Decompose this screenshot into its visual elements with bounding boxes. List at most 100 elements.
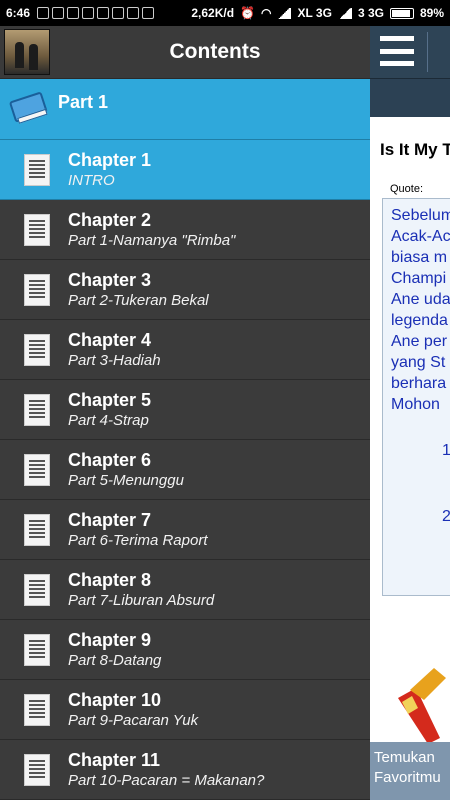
chapter-item[interactable]: Chapter 5 Part 4-Strap xyxy=(0,380,370,440)
chapter-subtitle: Part 3-Hadiah xyxy=(68,351,161,369)
chapter-title: Chapter 2 xyxy=(68,209,152,230)
chapter-item[interactable]: Chapter 11 Part 10-Pacaran = Makanan? xyxy=(0,740,370,800)
quote-line: Mohon xyxy=(391,396,440,413)
book-icon xyxy=(8,91,49,126)
list-number: 2 xyxy=(442,508,450,525)
document-icon xyxy=(24,393,50,426)
quote-line: Ane per xyxy=(391,333,448,350)
chapter-subtitle: Part 9-Pacaran Yuk xyxy=(68,711,199,729)
chapter-text: Chapter 5 Part 4-Strap xyxy=(68,389,151,431)
chapter-item[interactable]: Chapter 1 INTRO xyxy=(0,140,370,200)
bottom-banner[interactable]: Temukan Favoritmu xyxy=(370,742,450,800)
document-icon xyxy=(24,633,50,666)
menu-icon[interactable] xyxy=(380,36,414,66)
chapter-subtitle: Part 4-Strap xyxy=(68,411,149,429)
chapter-item[interactable]: Chapter 4 Part 3-Hadiah xyxy=(0,320,370,380)
chapter-text: Chapter 2 Part 1-Namanya "Rimba" xyxy=(68,209,235,251)
chapter-text: Chapter 4 Part 3-Hadiah xyxy=(68,329,161,371)
document-icon xyxy=(24,453,50,486)
chapter-item[interactable]: Chapter 2 Part 1-Namanya "Rimba" xyxy=(0,200,370,260)
chapter-subtitle: Part 8-Datang xyxy=(68,651,162,669)
drawer-header: Contents xyxy=(0,26,370,79)
status-bar: 6:46 2,62K/d ⏰ ◠ XL 3G 3 3G 89% xyxy=(0,0,450,26)
part-item[interactable]: Part 1 xyxy=(0,79,370,140)
quote-label: Quote: xyxy=(390,183,424,195)
quote-line: berhara xyxy=(391,375,447,392)
battery-percent: 89% xyxy=(419,6,444,20)
article-title: Is It My T xyxy=(380,140,450,159)
list-number: 1 xyxy=(442,442,450,459)
chapter-subtitle: Part 1-Namanya "Rimba" xyxy=(68,231,236,249)
document-icon xyxy=(24,573,50,606)
drawer-title: Contents xyxy=(169,40,261,63)
document-icon xyxy=(24,333,50,366)
chapter-item[interactable]: Chapter 10 Part 9-Pacaran Yuk xyxy=(0,680,370,740)
chapter-title: Chapter 4 xyxy=(68,329,152,350)
signal-icon xyxy=(277,7,292,19)
sub-toolbar xyxy=(370,78,450,117)
chapter-title: Chapter 10 xyxy=(68,689,162,710)
chapter-item[interactable]: Chapter 8 Part 7-Liburan Absurd xyxy=(0,560,370,620)
chapter-title: Chapter 1 xyxy=(68,149,152,170)
alarm-icon: ⏰ xyxy=(240,6,255,20)
quote-box: Sebelum Acak-Ac biasa m Champi Ane uda l… xyxy=(382,198,450,596)
document-icon xyxy=(24,693,50,726)
network-speed: 2,62K/d xyxy=(191,6,235,20)
quote-line: Ane uda xyxy=(391,291,450,308)
whatsapp-icon xyxy=(142,7,155,19)
chapter-text: Chapter 1 INTRO xyxy=(68,149,151,191)
network-label-1: XL 3G xyxy=(297,6,332,20)
part-label: Part 1 xyxy=(58,91,109,112)
decorative-artwork xyxy=(398,668,446,744)
chapter-subtitle: Part 10-Pacaran = Makanan? xyxy=(68,771,265,789)
whatsapp-icon xyxy=(52,7,65,19)
quote-line: biasa m xyxy=(391,249,448,266)
document-icon xyxy=(24,513,50,546)
chapter-title: Chapter 11 xyxy=(68,749,161,770)
chapter-subtitle: INTRO xyxy=(68,171,115,189)
chapter-text: Chapter 10 Part 9-Pacaran Yuk xyxy=(68,689,198,731)
battery-icon xyxy=(389,7,414,19)
quote-line: Acak-Ac xyxy=(391,228,450,245)
banner-line: Favoritmu xyxy=(374,769,441,786)
chapter-item[interactable]: Chapter 3 Part 2-Tukeran Bekal xyxy=(0,260,370,320)
chapter-subtitle: Part 2-Tukeran Bekal xyxy=(68,291,209,309)
book-cover-thumbnail xyxy=(4,29,50,75)
quote-line: yang St xyxy=(391,354,446,371)
chapter-text: Chapter 8 Part 7-Liburan Absurd xyxy=(68,569,214,611)
chapter-item[interactable]: Chapter 6 Part 5-Menunggu xyxy=(0,440,370,500)
chapter-item[interactable]: Chapter 7 Part 6-Terima Raport xyxy=(0,500,370,560)
quote-line: Sebelum xyxy=(391,207,450,224)
wifi-icon: ◠ xyxy=(261,6,272,20)
navigation-drawer: Contents Part 1 Chapter 1 INTRO Chapter 2P… xyxy=(0,26,370,800)
whatsapp-icon xyxy=(97,7,110,19)
toolbar-divider xyxy=(427,32,428,72)
chapter-list: Chapter 1 INTRO Chapter 2 Part 1-Namanya "R… xyxy=(0,140,370,800)
chapter-title: Chapter 6 xyxy=(68,449,152,470)
chapter-subtitle: Part 6-Terima Raport xyxy=(68,531,208,549)
quote-line: legenda xyxy=(391,312,448,329)
chapter-title: Chapter 8 xyxy=(68,569,152,590)
chapter-title: Chapter 3 xyxy=(68,269,152,290)
bbm-icon xyxy=(67,7,80,19)
chapter-subtitle: Part 7-Liburan Absurd xyxy=(68,591,215,609)
whatsapp-icon xyxy=(127,7,140,19)
content-pane: Is It My T Quote: Sebelum Acak-Ac biasa … xyxy=(370,26,450,800)
document-icon xyxy=(24,153,50,186)
chapter-text: Chapter 7 Part 6-Terima Raport xyxy=(68,509,208,551)
chapter-text: Chapter 6 Part 5-Menunggu xyxy=(68,449,184,491)
bbm-icon xyxy=(82,7,95,19)
chapter-text: Chapter 9 Part 8-Datang xyxy=(68,629,161,671)
chapter-item[interactable]: Chapter 9 Part 8-Datang xyxy=(0,620,370,680)
chapter-text: Chapter 11 Part 10-Pacaran = Makanan? xyxy=(68,749,264,791)
status-time: 6:46 xyxy=(6,6,31,20)
quote-line: Champi xyxy=(391,270,447,287)
document-icon xyxy=(24,753,50,786)
document-icon xyxy=(24,273,50,306)
chapter-subtitle: Part 5-Menunggu xyxy=(68,471,184,489)
chapter-title: Chapter 5 xyxy=(68,389,152,410)
document-icon xyxy=(24,213,50,246)
chapter-text: Chapter 3 Part 2-Tukeran Bekal xyxy=(68,269,209,311)
toolbar xyxy=(370,26,450,78)
whatsapp-icon xyxy=(37,7,50,19)
